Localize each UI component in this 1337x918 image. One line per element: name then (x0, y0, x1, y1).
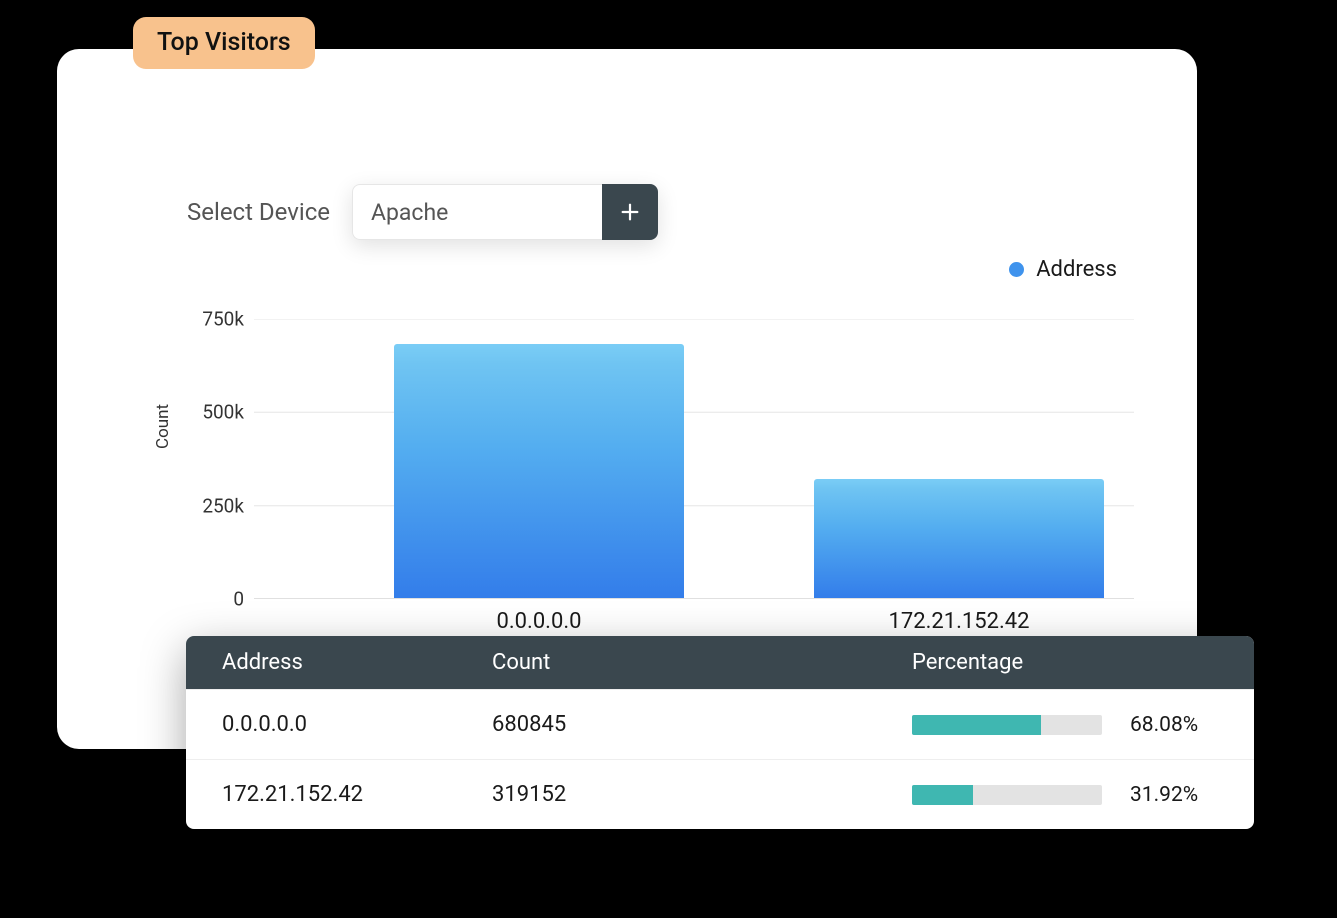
y-tick: 250k (189, 494, 244, 517)
visitors-table: Address Count Percentage 0.0.0.0.0 68084… (186, 636, 1254, 829)
percentage-text: 31.92% (1130, 783, 1198, 807)
table-header-row: Address Count Percentage (186, 636, 1254, 689)
percentage-bar (912, 715, 1102, 735)
device-select-wrap: Apache (352, 184, 658, 240)
table-row: 0.0.0.0.0 680845 68.08% (186, 689, 1254, 759)
select-device-label: Select Device (187, 198, 330, 226)
percentage-bar-fill (912, 715, 1041, 735)
cell-percentage: 68.08% (912, 713, 1218, 737)
legend-dot-icon (1009, 262, 1024, 277)
panel-title-badge: Top Visitors (133, 17, 315, 69)
percentage-bar-fill (912, 785, 973, 805)
percentage-text: 68.08% (1130, 713, 1198, 737)
table-row: 172.21.152.42 319152 31.92% (186, 759, 1254, 829)
bar-0[interactable] (394, 344, 684, 598)
y-tick: 750k (189, 308, 244, 331)
x-tick: 172.21.152.42 (888, 609, 1029, 634)
x-tick: 0.0.0.0.0 (496, 609, 581, 634)
cell-address: 172.21.152.42 (222, 782, 492, 807)
cell-count: 319152 (492, 782, 912, 807)
plus-icon (619, 201, 641, 223)
y-axis-title: Count (153, 404, 173, 449)
chart-legend: Address (1009, 257, 1117, 282)
cell-count: 680845 (492, 712, 912, 737)
bar-1[interactable] (814, 479, 1104, 598)
cell-percentage: 31.92% (912, 783, 1218, 807)
col-header-percentage[interactable]: Percentage (912, 650, 1218, 675)
cell-address: 0.0.0.0.0 (222, 712, 492, 737)
percentage-bar (912, 785, 1102, 805)
plot-area (254, 319, 1134, 599)
add-device-button[interactable] (602, 184, 658, 240)
y-tick: 500k (189, 401, 244, 424)
device-control-row: Select Device Apache (187, 184, 658, 240)
top-visitors-chart: Count 0 250k 500k 750k 0.0.0.0.0 172.21.… (159, 319, 1169, 639)
legend-label: Address (1036, 257, 1117, 282)
col-header-count[interactable]: Count (492, 650, 912, 675)
col-header-address[interactable]: Address (222, 650, 492, 675)
device-select[interactable]: Apache (352, 184, 602, 240)
y-tick: 0 (189, 588, 244, 611)
